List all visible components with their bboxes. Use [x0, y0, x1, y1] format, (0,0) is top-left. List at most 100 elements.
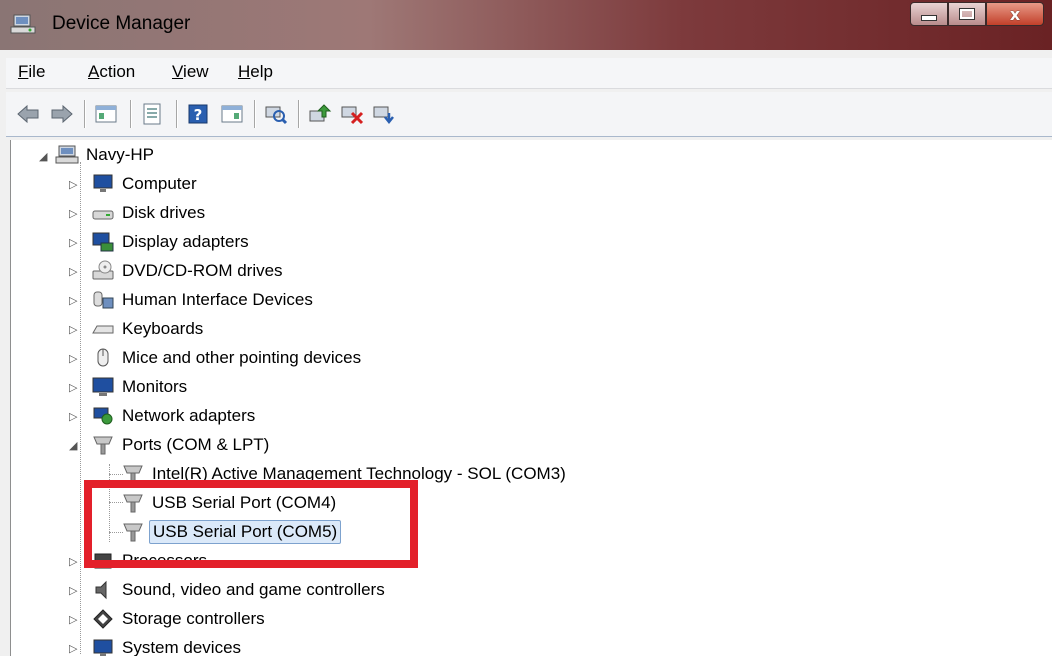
category-expander[interactable]: ▷	[69, 613, 77, 626]
tree-item-ports[interactable]: Ports (COM & LPT)	[91, 432, 272, 458]
show-hide-console-tree-icon	[95, 105, 117, 123]
close-button[interactable]: x	[986, 2, 1044, 26]
dvd-drive-icon	[91, 260, 115, 282]
mouse-icon	[91, 347, 115, 369]
category-expander[interactable]: ▷	[69, 584, 77, 597]
update-driver-button[interactable]	[306, 100, 334, 128]
keyboard-icon	[91, 318, 115, 340]
window-title: Device Manager	[52, 13, 191, 34]
scan-hardware-button[interactable]	[262, 100, 290, 128]
annotation-highlight-box	[84, 480, 418, 568]
properties-button[interactable]	[138, 100, 166, 128]
category-expander[interactable]: ▷	[69, 410, 77, 423]
category-expander[interactable]: ▷	[69, 555, 77, 568]
port-icon	[91, 434, 115, 456]
category-expander[interactable]: ▷	[69, 178, 77, 191]
device-tree[interactable]: ◢ Navy-HP ▷ Computer ▷ Disk drives ▷ Dis…	[10, 140, 1052, 656]
minimize-button[interactable]	[910, 2, 948, 26]
tree-item-label: Sound, video and game controllers	[122, 580, 385, 599]
minimize-icon	[921, 15, 937, 21]
tree-item-label: System devices	[122, 638, 242, 656]
svg-text:?: ?	[194, 106, 203, 124]
sound-icon	[91, 579, 115, 601]
tree-item-network-adapters[interactable]: Network adapters	[91, 403, 258, 429]
category-expander[interactable]: ▷	[69, 265, 77, 278]
tree-item-label: Keyboards	[122, 319, 204, 338]
tree-item-label: Human Interface Devices	[122, 290, 313, 309]
device-manager-window: Device Manager x File Action View Help ?…	[0, 0, 1052, 656]
enable-device-button[interactable]	[370, 100, 398, 128]
toolbar-separator	[176, 100, 178, 128]
computer-root-icon	[55, 144, 79, 166]
category-expander[interactable]: ▷	[69, 642, 77, 655]
menu-help[interactable]: Help	[238, 62, 273, 82]
tree-item-label: Storage controllers	[122, 609, 265, 628]
update-driver-icon	[309, 104, 332, 122]
tree-item-monitors[interactable]: Monitors	[91, 374, 190, 400]
toolbar: ?	[6, 92, 1052, 137]
menu-view[interactable]: View	[172, 62, 209, 82]
display-adapter-icon	[91, 231, 115, 253]
tree-item-computer[interactable]: Computer	[91, 171, 200, 197]
tree-item-label: Network adapters	[122, 406, 256, 425]
category-expander[interactable]: ▷	[69, 294, 77, 307]
tree-item-dvd-cd-rom-drives[interactable]: DVD/CD-ROM drives	[91, 258, 286, 284]
title-bar[interactable]: Device Manager x	[0, 0, 1052, 50]
tree-item-keyboards[interactable]: Keyboards	[91, 316, 206, 342]
tree-root-node[interactable]: Navy-HP	[55, 142, 157, 168]
network-adapter-icon	[91, 405, 115, 427]
tree-connector	[80, 162, 81, 654]
disk-drive-icon	[91, 202, 115, 224]
menu-bar: File Action View Help	[6, 58, 1052, 89]
device-manager-icon	[10, 13, 36, 35]
back-arrow-icon	[17, 104, 39, 124]
tree-item-display-adapters[interactable]: Display adapters	[91, 229, 252, 255]
tree-item-human-interface-devices[interactable]: Human Interface Devices	[91, 287, 316, 313]
category-expander[interactable]: ▷	[69, 207, 77, 220]
show-hide-console-tree-button[interactable]	[92, 100, 120, 128]
back-button[interactable]	[14, 100, 42, 128]
category-expander[interactable]: ▷	[69, 236, 77, 249]
close-icon: x	[1009, 4, 1021, 24]
tree-item-label: Mice and other pointing devices	[122, 348, 362, 367]
system-device-icon	[91, 637, 115, 656]
category-expander[interactable]: ▷	[69, 381, 77, 394]
monitor-icon	[91, 376, 115, 398]
tree-item-disk-drives[interactable]: Disk drives	[91, 200, 208, 226]
toolbar-separator	[84, 100, 86, 128]
toolbar-separator	[130, 100, 132, 128]
window-controls: x	[910, 2, 1044, 26]
help-button[interactable]: ?	[184, 100, 212, 128]
menu-file[interactable]: File	[18, 62, 45, 82]
tree-item-storage-controllers[interactable]: Storage controllers	[91, 606, 268, 632]
toolbar-separator	[254, 100, 256, 128]
computer-icon	[91, 173, 115, 195]
action-pane-icon	[221, 105, 243, 123]
uninstall-device-icon	[341, 106, 364, 125]
action-pane-button[interactable]	[218, 100, 246, 128]
tree-item-label: Ports (COM & LPT)	[122, 435, 270, 454]
ports-expander[interactable]: ◢	[69, 439, 77, 452]
uninstall-device-button[interactable]	[338, 100, 366, 128]
toolbar-separator	[298, 100, 300, 128]
storage-controller-icon	[91, 608, 115, 630]
tree-item-system-devices[interactable]: System devices	[91, 635, 244, 656]
help-icon: ?	[188, 104, 208, 124]
tree-item-mice[interactable]: Mice and other pointing devices	[91, 345, 364, 371]
root-expander[interactable]: ◢	[39, 150, 47, 163]
tree-item-sound-video-game[interactable]: Sound, video and game controllers	[91, 577, 388, 603]
maximize-button[interactable]	[948, 2, 986, 26]
maximize-icon	[959, 8, 975, 20]
tree-item-label: Disk drives	[122, 203, 206, 222]
forward-arrow-icon	[51, 104, 73, 124]
scan-hardware-icon	[265, 106, 288, 125]
category-expander[interactable]: ▷	[69, 352, 77, 365]
menu-action[interactable]: Action	[88, 62, 135, 82]
tree-item-label: Display adapters	[122, 232, 249, 251]
hid-icon	[91, 289, 115, 311]
tree-item-label: DVD/CD-ROM drives	[122, 261, 283, 280]
tree-item-label: Monitors	[122, 377, 188, 396]
forward-button[interactable]	[48, 100, 76, 128]
properties-icon	[143, 103, 161, 125]
category-expander[interactable]: ▷	[69, 323, 77, 336]
